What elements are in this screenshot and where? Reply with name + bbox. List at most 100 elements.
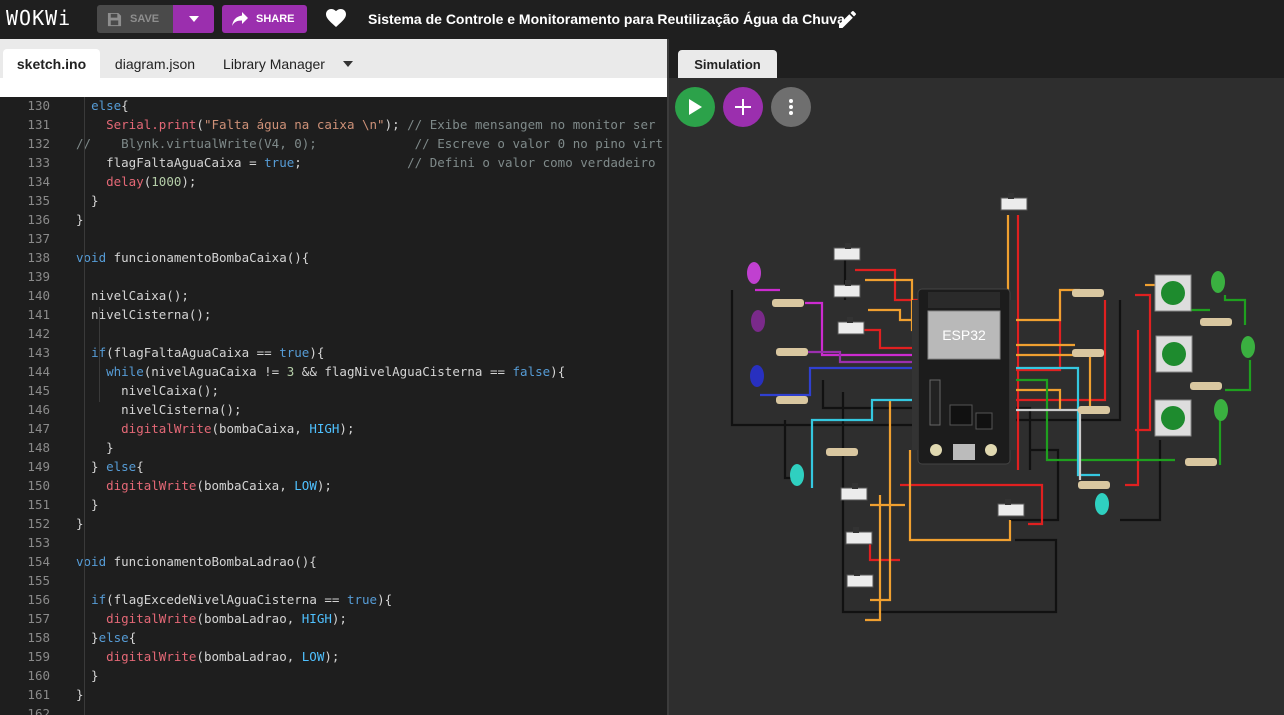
line-source: delay(1000); [106,174,197,189]
line-number: 161 [27,687,50,702]
code-line[interactable]: 161} [0,685,667,704]
code-line[interactable]: 137 [0,229,667,248]
line-number: 151 [27,497,50,512]
code-line[interactable]: 146 nivelCisterna(); [0,400,667,419]
share-arrow-icon [232,12,248,26]
line-number: 147 [27,421,50,436]
save-options-dropdown[interactable] [173,5,214,33]
line-number: 149 [27,459,50,474]
code-line[interactable]: 156 if(flagExcedeNivelAguaCisterna == tr… [0,590,667,609]
line-source: } [76,516,84,531]
line-number: 152 [27,516,50,531]
line-number: 145 [27,383,50,398]
line-number: 156 [27,592,50,607]
line-source: digitalWrite(bombaCaixa, LOW); [106,478,332,493]
line-source: digitalWrite(bombaLadrao, LOW); [106,649,340,664]
line-number: 132 [27,136,50,151]
code-line[interactable]: 131 Serial.print("Falta água na caixa \n… [0,115,667,134]
line-number: 148 [27,440,50,455]
line-source: } [76,440,114,455]
line-source: nivelCaixa(); [76,288,189,303]
line-source: void funcionamentoBombaCaixa(){ [76,250,310,265]
code-line[interactable]: 160 } [0,666,667,685]
line-source: } [76,193,99,208]
code-line[interactable]: 147 digitalWrite(bombaCaixa, HIGH); [0,419,667,438]
line-number: 159 [27,649,50,664]
code-line[interactable]: 152} [0,514,667,533]
tab-library-manager[interactable]: Library Manager [214,49,334,78]
line-number: 136 [27,212,50,227]
line-source: } [76,668,99,683]
add-part-button[interactable] [723,87,763,127]
code-line[interactable]: 133 flagFaltaAguaCaixa = true; // Defini… [0,153,667,172]
indent-guide [99,307,100,402]
heart-icon[interactable] [326,9,346,27]
code-line[interactable]: 140 nivelCaixa(); [0,286,667,305]
save-button[interactable]: SAVE [97,5,173,33]
line-source: if(flagExcedeNivelAguaCisterna == true){ [91,592,393,607]
simulation-pane: Simulation ESP32 [669,39,1284,715]
code-line[interactable]: 144 while(nivelAguaCaixa != 3 && flagNiv… [0,362,667,381]
code-line[interactable]: 148 } [0,438,667,457]
tab-sketch-ino[interactable]: sketch.ino [3,49,100,78]
code-line[interactable]: 149 } else{ [0,457,667,476]
line-number: 160 [27,668,50,683]
code-line[interactable]: 145 nivelCaixa(); [0,381,667,400]
start-simulation-button[interactable] [675,87,715,127]
play-icon [689,99,702,115]
tab-diagram-json[interactable]: diagram.json [104,49,206,78]
edit-pencil-icon[interactable] [839,11,856,28]
line-number: 162 [27,706,50,715]
floppy-disk-icon [107,12,122,26]
line-number: 131 [27,117,50,132]
code-line[interactable]: 157 digitalWrite(bombaLadrao, HIGH); [0,609,667,628]
line-number: 150 [27,478,50,493]
code-line[interactable]: 138 void funcionamentoBombaCaixa(){ [0,248,667,267]
share-button[interactable]: SHARE [222,5,307,33]
code-editor-pane: sketch.ino diagram.json Library Manager … [0,39,667,715]
code-line[interactable]: 142 [0,324,667,343]
code-line[interactable]: 162 [0,704,667,715]
circuit-diagram[interactable]: ESP32 [669,39,1284,715]
code-line[interactable]: 130 else{ [0,97,667,115]
line-source: flagFaltaAguaCaixa = true; // Defini o v… [76,155,656,170]
code-line[interactable]: 139 [0,267,667,286]
code-line[interactable]: 136} [0,210,667,229]
code-line[interactable]: 158 }else{ [0,628,667,647]
line-number: 155 [27,573,50,588]
board-label: ESP32 [942,327,986,343]
line-number: 133 [27,155,50,170]
line-source: nivelCisterna(); [76,307,212,322]
line-number: 153 [27,535,50,550]
code-line[interactable]: 135 } [0,191,667,210]
line-number: 135 [27,193,50,208]
project-title: Sistema de Controle e Monitoramento para… [368,11,845,27]
code-line[interactable]: 159 digitalWrite(bombaLadrao, LOW); [0,647,667,666]
code-area[interactable]: 130 else{131 Serial.print("Falta água na… [0,97,667,715]
code-line[interactable]: 150 digitalWrite(bombaCaixa, LOW); [0,476,667,495]
indent-guide [84,97,85,715]
tabs-menu-caret-icon[interactable] [343,61,353,67]
code-line[interactable]: 143 if(flagFaltaAguaCaixa == true){ [0,343,667,362]
line-number: 130 [27,98,50,113]
code-line[interactable]: 141 nivelCisterna(); [0,305,667,324]
share-label: SHARE [256,13,295,25]
code-line[interactable]: 132 // Blynk.virtualWrite(V4, 0); // Escr… [0,134,667,153]
code-line[interactable]: 155 [0,571,667,590]
code-line[interactable]: 154 void funcionamentoBombaLadrao(){ [0,552,667,571]
code-line[interactable]: 151 } [0,495,667,514]
line-number: 139 [27,269,50,284]
top-bar: WOKWi SAVE SHARE Sistema de Controle e M… [0,0,1284,39]
line-number: 146 [27,402,50,417]
wokwi-logo[interactable]: WOKWi [6,6,71,30]
plus-icon [735,99,751,115]
code-line[interactable]: 134 delay(1000); [0,172,667,191]
line-number: 144 [27,364,50,379]
line-source: digitalWrite(bombaLadrao, HIGH); [106,611,347,626]
more-options-button[interactable] [771,87,811,127]
code-line[interactable]: 153 [0,533,667,552]
editor-top-strip [0,78,667,97]
line-number: 140 [27,288,50,303]
line-source: void funcionamentoBombaLadrao(){ [76,554,317,569]
line-source: Serial.print("Falta água na caixa \n"); … [106,117,656,132]
